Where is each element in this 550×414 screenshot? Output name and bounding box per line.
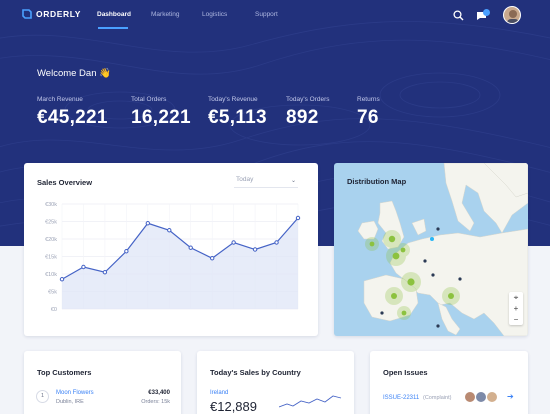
list-item[interactable]: 1 Moon Flowers Dublin, IRE €33,400 Order… bbox=[36, 388, 170, 410]
stat-value: 16,221 bbox=[131, 107, 191, 128]
zoom-in-icon[interactable]: + bbox=[509, 303, 523, 314]
arrow-right-icon[interactable]: ➔ bbox=[507, 392, 514, 401]
customer-amount: €33,400 bbox=[148, 390, 170, 396]
customer-rank: 1 bbox=[36, 390, 49, 403]
sales-by-country-title: Today's Sales by Country bbox=[210, 368, 301, 377]
issue-id[interactable]: ISSUE-22311 bbox=[383, 395, 419, 401]
nav-logistics[interactable]: Logistics bbox=[202, 11, 227, 18]
sales-point bbox=[81, 264, 86, 270]
sales-point bbox=[59, 277, 65, 282]
stat-value: 76 bbox=[357, 107, 379, 128]
nav-marketing[interactable]: Marketing bbox=[151, 11, 180, 18]
distribution-map-card: Distribution Map ⌖ + − bbox=[334, 163, 528, 336]
zoom-out-icon[interactable]: − bbox=[509, 314, 523, 325]
stat-value: €5,113 bbox=[208, 107, 267, 128]
avatar bbox=[486, 391, 498, 403]
locate-icon[interactable]: ⌖ bbox=[509, 292, 523, 303]
sales-point bbox=[274, 240, 279, 245]
avatar[interactable] bbox=[503, 6, 521, 24]
sales-point bbox=[188, 245, 193, 250]
stat-value: €45,221 bbox=[37, 107, 108, 128]
sales-chart: €30k €25k €20k €15k €10k €5k €0 bbox=[45, 202, 301, 313]
stat-label: March Revenue bbox=[37, 96, 83, 103]
nav-active-indicator bbox=[98, 27, 128, 29]
sales-point bbox=[231, 240, 236, 245]
nav-dashboard[interactable]: Dashboard bbox=[97, 11, 131, 18]
top-customers-card: Top Customers 1 Moon Flowers Dublin, IRE… bbox=[24, 351, 181, 414]
app-name: ORDERLY bbox=[36, 9, 81, 19]
sales-overview-card: Sales Overview Today ⌄ €30k €25k €20k €15k €… bbox=[24, 163, 318, 336]
stat-todays-orders: Today's Orders 892 bbox=[286, 96, 330, 129]
issue-tag: (Complaint) bbox=[423, 395, 452, 401]
sales-point bbox=[167, 228, 172, 233]
app-logo[interactable]: ORDERLY bbox=[22, 9, 81, 19]
logo-icon bbox=[22, 9, 32, 19]
stat-label: Today's Revenue bbox=[208, 96, 258, 103]
open-issues-card: Open Issues ISSUE-22311 (Complaint) ➔ bbox=[370, 351, 528, 414]
open-issues-title: Open Issues bbox=[383, 368, 428, 377]
y-tick-label: €10k bbox=[45, 272, 57, 278]
stat-returns: Returns 76 bbox=[357, 96, 380, 129]
stat-label: Today's Orders bbox=[286, 96, 330, 103]
top-customers-title: Top Customers bbox=[37, 368, 92, 377]
country-sparkline bbox=[279, 395, 342, 408]
sales-point bbox=[124, 249, 129, 254]
europe-map[interactable] bbox=[334, 163, 528, 336]
notification-badge bbox=[483, 9, 490, 16]
y-tick-label: €0 bbox=[51, 307, 57, 313]
y-tick-label: €25k bbox=[45, 220, 57, 226]
stat-label: Returns bbox=[357, 96, 380, 103]
stat-label: Total Orders bbox=[131, 96, 167, 103]
distribution-map-title: Distribution Map bbox=[347, 177, 407, 186]
sales-point bbox=[209, 256, 215, 261]
welcome-message: Welcome Dan 👋 bbox=[37, 68, 111, 79]
sales-by-country-card: Today's Sales by Country Ireland €12,889 bbox=[197, 351, 354, 414]
nav-support[interactable]: Support bbox=[255, 11, 278, 18]
sales-point bbox=[145, 221, 151, 226]
country-name[interactable]: Ireland bbox=[210, 390, 228, 396]
sales-point bbox=[102, 270, 108, 275]
y-tick-label: €20k bbox=[45, 237, 57, 243]
stat-todays-revenue: Today's Revenue €5,113 bbox=[208, 96, 267, 129]
sales-point bbox=[295, 215, 301, 221]
country-sales-value: €12,889 bbox=[210, 399, 257, 414]
customer-location: Dublin, IRE bbox=[56, 399, 84, 405]
stat-total-orders: Total Orders 16,221 bbox=[131, 96, 191, 129]
y-tick-label: €30k bbox=[45, 202, 57, 208]
customer-name[interactable]: Moon Flowers bbox=[56, 390, 94, 396]
search-icon[interactable] bbox=[453, 10, 464, 21]
stat-march-revenue: March Revenue €45,221 bbox=[37, 96, 108, 129]
y-tick-label: €15k bbox=[45, 255, 57, 261]
y-tick-label: €5k bbox=[48, 290, 57, 296]
top-navigation: ORDERLY Dashboard Marketing Logistics Su… bbox=[0, 0, 550, 30]
sales-point bbox=[252, 247, 258, 252]
map-zoom-controls: ⌖ + − bbox=[509, 292, 523, 325]
sales-area bbox=[62, 218, 298, 309]
customer-orders: Orders: 15k bbox=[141, 399, 170, 405]
stat-value: 892 bbox=[286, 107, 319, 128]
